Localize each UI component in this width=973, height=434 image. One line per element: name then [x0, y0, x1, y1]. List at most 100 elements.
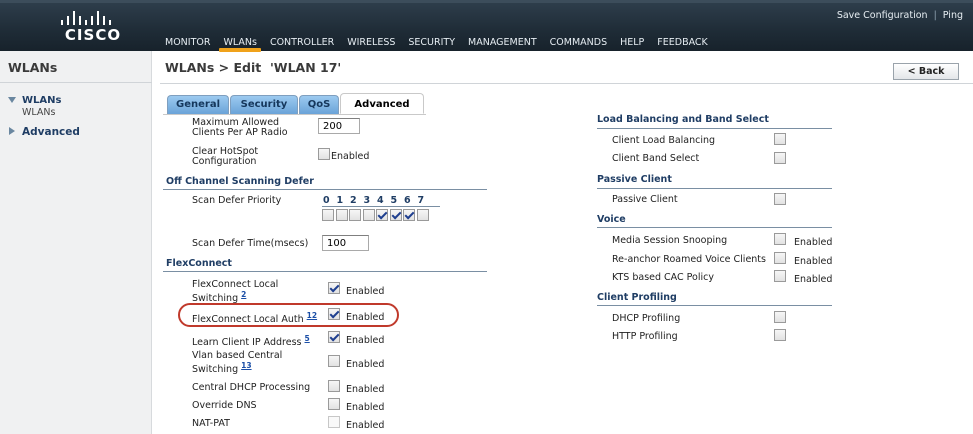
cisco-logo: CISCO: [57, 11, 129, 44]
priority-digit: 0: [323, 195, 330, 206]
vlan-central-switching-enabled-label: Enabled: [346, 359, 385, 370]
cisco-logo-text: CISCO: [64, 26, 122, 44]
priority-checkbox[interactable]: [335, 209, 348, 221]
passive-client-label: Passive Client: [612, 194, 678, 205]
top-links: Save Configuration | Ping: [837, 10, 963, 21]
priority-digit: 2: [350, 195, 357, 206]
top-navigation-bar: CISCO MONITOR WLANs CONTROLLER WIRELESS …: [0, 0, 973, 52]
section-divider-voice: [597, 227, 832, 228]
dhcp-profiling-checkbox[interactable]: [774, 311, 786, 323]
media-session-snooping-checkbox[interactable]: [774, 233, 786, 245]
priority-digit: 4: [377, 195, 384, 206]
menu-controller[interactable]: CONTROLLER: [270, 31, 334, 51]
priority-checkbox[interactable]: [362, 209, 375, 221]
reanchor-voice-label: Re-anchor Roamed Voice Clients: [612, 254, 766, 265]
learn-client-ip-enabled-label: Enabled: [346, 335, 385, 346]
expanded-arrow-icon[interactable]: [8, 97, 16, 103]
section-passive-client: Passive Client: [597, 174, 672, 185]
passive-client-checkbox[interactable]: [774, 193, 786, 205]
page-title: WLANs > Edit 'WLAN 17': [165, 60, 342, 75]
section-off-channel-scanning: Off Channel Scanning Defer: [166, 176, 314, 187]
tab-underline: [163, 114, 426, 115]
ping-link[interactable]: Ping: [943, 10, 963, 21]
max-clients-input[interactable]: [318, 118, 360, 134]
http-profiling-checkbox[interactable]: [774, 329, 786, 341]
menu-feedback[interactable]: FEEDBACK: [657, 31, 708, 51]
top-border: [0, 0, 973, 3]
priority-digit: 5: [390, 195, 398, 206]
section-flexconnect: FlexConnect: [166, 258, 232, 269]
collapsed-arrow-icon[interactable]: [9, 127, 15, 135]
toplinks-separator: |: [933, 10, 937, 21]
sidebar-subitem-wlans[interactable]: WLANs: [22, 107, 55, 118]
http-profiling-label: HTTP Profiling: [612, 331, 678, 342]
priority-digit: 7: [417, 195, 425, 206]
section-divider-off-channel: [163, 189, 487, 190]
nat-pat-checkbox[interactable]: [328, 416, 340, 428]
nat-pat-label: NAT-PAT: [192, 418, 230, 429]
central-dhcp-enabled-label: Enabled: [346, 384, 385, 395]
cisco-logo-bars-icon: [61, 11, 117, 25]
vlan-central-switching-label-line2: Switching 13: [192, 361, 252, 376]
nat-pat-enabled-label: Enabled: [346, 420, 385, 431]
section-load-balancing: Load Balancing and Band Select: [597, 114, 769, 125]
back-button[interactable]: < Back: [893, 63, 959, 80]
clear-hotspot-checkbox[interactable]: [318, 148, 330, 160]
tab-general[interactable]: General: [167, 95, 229, 114]
client-band-select-label: Client Band Select: [612, 153, 700, 164]
priority-checkbox[interactable]: [403, 209, 415, 221]
override-dns-enabled-label: Enabled: [346, 402, 385, 413]
flex-local-switching-label-line2: Switching 2: [192, 290, 247, 305]
section-divider-client-profiling: [597, 305, 832, 306]
tab-qos[interactable]: QoS: [299, 95, 339, 114]
main-menu: MONITOR WLANs CONTROLLER WIRELESS SECURI…: [165, 31, 721, 52]
vlan-central-switching-checkbox[interactable]: [328, 355, 340, 367]
section-divider-load-balancing: [597, 128, 832, 129]
menu-help[interactable]: HELP: [620, 31, 644, 51]
priority-checkbox[interactable]: [389, 209, 402, 221]
sidebar-divider: [0, 82, 152, 83]
central-dhcp-checkbox[interactable]: [328, 380, 340, 392]
tab-advanced[interactable]: Advanced: [340, 93, 424, 114]
client-load-balancing-label: Client Load Balancing: [612, 135, 716, 146]
menu-commands[interactable]: COMMANDS: [550, 31, 607, 51]
scan-defer-time-input[interactable]: [322, 235, 369, 251]
kts-cac-checkbox[interactable]: [774, 270, 786, 282]
menu-wlans[interactable]: WLANs: [219, 31, 262, 52]
central-dhcp-label: Central DHCP Processing: [192, 382, 311, 393]
priority-digits-underline: [322, 206, 440, 207]
learn-client-ip-checkbox[interactable]: [328, 331, 340, 343]
menu-wireless[interactable]: WIRELESS: [347, 31, 395, 51]
menu-monitor[interactable]: MONITOR: [165, 31, 210, 51]
footnote-13-link[interactable]: 13: [241, 361, 251, 370]
sidebar-item-wlans[interactable]: WLANs: [22, 95, 61, 106]
sidebar: WLANs WLANs WLANs Advanced: [0, 51, 152, 434]
client-load-balancing-checkbox[interactable]: [774, 133, 786, 145]
title-divider: [160, 83, 973, 84]
menu-management[interactable]: MANAGEMENT: [468, 31, 537, 51]
tab-security[interactable]: Security: [230, 95, 298, 114]
media-session-snooping-label: Media Session Snooping: [612, 235, 728, 246]
menu-security[interactable]: SECURITY: [408, 31, 455, 51]
priority-digit: 6: [404, 195, 411, 206]
footnote-5-link[interactable]: 5: [305, 334, 310, 343]
save-configuration-link[interactable]: Save Configuration: [837, 10, 928, 21]
section-divider-passive-client: [597, 188, 832, 189]
section-divider-flexconnect: [163, 271, 487, 272]
learn-client-ip-label: Learn Client IP Address 5: [192, 334, 310, 349]
media-session-snooping-enabled-label: Enabled: [794, 237, 833, 248]
footnote-2-link[interactable]: 2: [241, 290, 246, 299]
priority-checkbox[interactable]: [349, 209, 361, 221]
priority-checkbox[interactable]: [322, 209, 334, 221]
client-band-select-checkbox[interactable]: [774, 152, 786, 164]
flex-local-switching-checkbox[interactable]: [328, 282, 340, 294]
highlight-oval: [178, 303, 399, 327]
sidebar-item-advanced[interactable]: Advanced: [22, 126, 80, 138]
override-dns-checkbox[interactable]: [328, 398, 340, 410]
reanchor-voice-checkbox[interactable]: [774, 252, 786, 264]
dhcp-profiling-label: DHCP Profiling: [612, 313, 681, 324]
scan-defer-time-label: Scan Defer Time(msecs): [192, 238, 309, 249]
priority-checkbox[interactable]: [376, 209, 388, 221]
clear-hotspot-label-line2: Configuration: [192, 156, 257, 167]
priority-checkbox[interactable]: [416, 209, 429, 221]
